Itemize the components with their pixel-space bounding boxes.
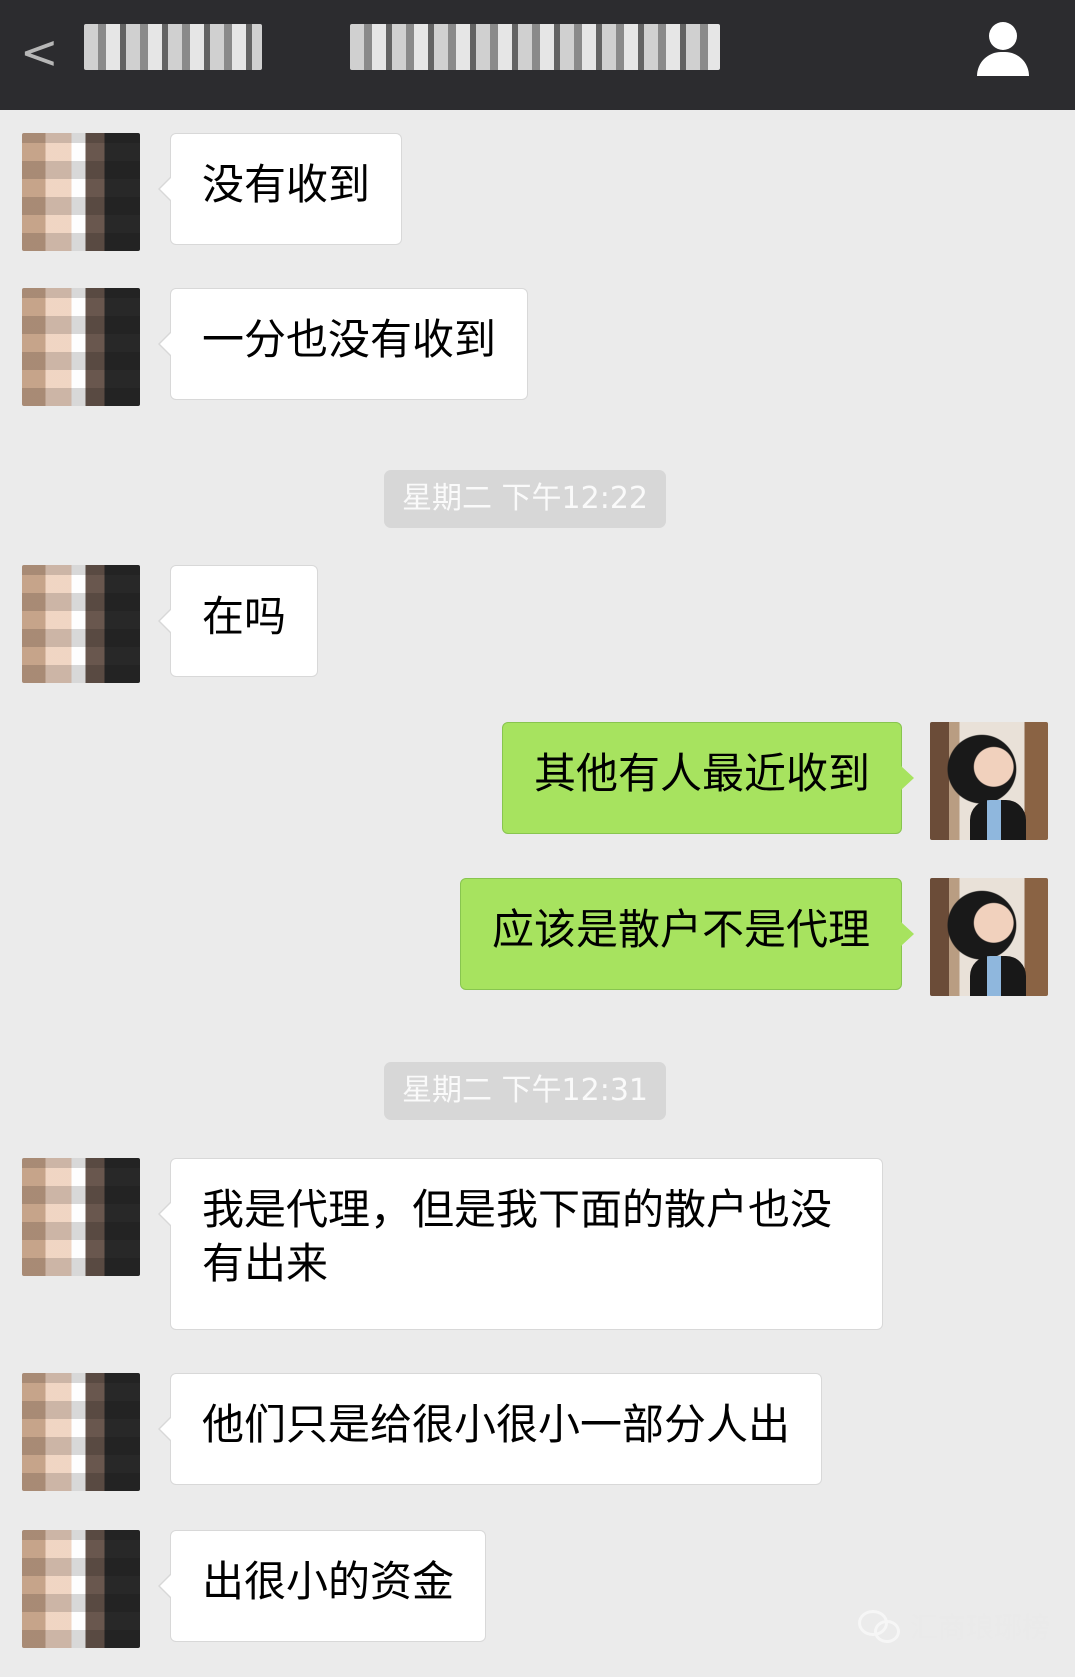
pixelated-avatar (22, 1373, 140, 1491)
pixelated-avatar (22, 288, 140, 406)
message-bubble[interactable]: 出很小的资金 (157, 1530, 487, 1642)
pixelated-avatar (22, 1530, 140, 1648)
timestamp-label: 星期二 下午12:31 (384, 1062, 666, 1120)
user-avatar[interactable] (930, 878, 1048, 996)
message-row: 没有收到 (0, 133, 1080, 251)
message-row: 一分也没有收到 (0, 288, 1080, 406)
contact-avatar[interactable] (22, 1530, 140, 1648)
message-bubble[interactable]: 没有收到 (157, 133, 403, 245)
contact-avatar[interactable] (22, 288, 140, 406)
message-bubble[interactable]: 他们只是给很小很小一部分人出 (157, 1373, 823, 1485)
contact-avatar[interactable] (22, 565, 140, 683)
user-avatar[interactable] (930, 722, 1048, 840)
contact-avatar[interactable] (22, 1158, 140, 1276)
message-bubble[interactable]: 我是代理，但是我下面的散户也没有出来 (158, 1158, 883, 1330)
pixelated-avatar (22, 565, 140, 683)
person-shoulders-icon-part (977, 52, 1029, 76)
contact-avatar[interactable] (22, 1373, 140, 1491)
wechat-bubble-icon-part (874, 1620, 900, 1643)
watermark-text: 汇商琅琊榜 (910, 1611, 1051, 1644)
blurred-back-label (84, 24, 262, 70)
contact-avatar[interactable] (22, 133, 140, 251)
timestamp-label: 星期二 下午12:22 (384, 470, 666, 528)
message-bubble[interactable]: 在吗 (157, 565, 319, 677)
person-icon[interactable] (974, 22, 1032, 78)
sent-message-bubble[interactable]: 其他有人最近收到 (501, 722, 915, 834)
wechat-icon (858, 1610, 900, 1644)
back-chevron-icon[interactable]: < (20, 26, 66, 78)
pixelated-avatar (22, 1158, 140, 1276)
message-row: 其他有人最近收到 (0, 722, 1080, 840)
person-head-icon-part (989, 22, 1017, 50)
user-photo (930, 878, 1048, 996)
message-row: 他们只是给很小很小一部分人出 (0, 1373, 1080, 1491)
blurred-chat-title (350, 24, 720, 70)
user-photo (930, 722, 1048, 840)
pixelated-avatar (22, 133, 140, 251)
sent-message-bubble[interactable]: 应该是散户不是代理 (459, 878, 915, 990)
message-bubble[interactable]: 一分也没有收到 (157, 288, 529, 400)
message-row: 应该是散户不是代理 (0, 878, 1080, 996)
message-row: 我是代理，但是我下面的散户也没有出来 (0, 1158, 1080, 1330)
chat-header: < (0, 0, 1075, 110)
message-row: 在吗 (0, 565, 1080, 683)
